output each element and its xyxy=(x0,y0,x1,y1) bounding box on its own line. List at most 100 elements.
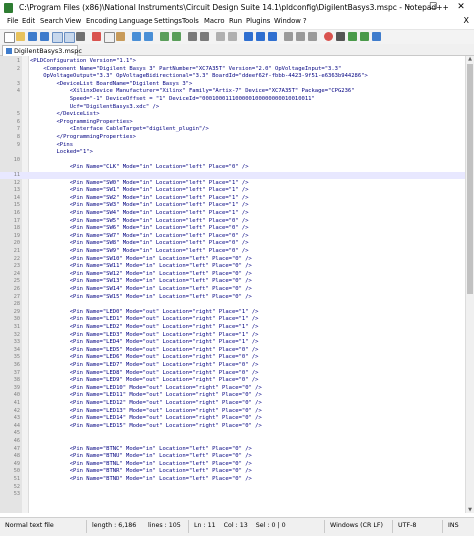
code-line[interactable]: 9 <Pins xyxy=(0,142,474,149)
close-icon[interactable] xyxy=(52,32,63,43)
tab-digilentbasys3[interactable]: DigilentBasys3.mspc xyxy=(2,45,82,56)
menu-macro[interactable]: Macro xyxy=(204,17,225,25)
function-list-icon[interactable] xyxy=(308,32,317,41)
code-line[interactable]: 33 <Pin Name="LED4" Mode="out" Location=… xyxy=(0,339,474,346)
stop-macro-icon[interactable] xyxy=(336,32,345,41)
code-line[interactable]: 38 <Pin Name="LED9" Mode="out" Location=… xyxy=(0,377,474,384)
code-line[interactable]: 6 <ProgrammingProperties> xyxy=(0,119,474,126)
code-line[interactable]: Ucf="DigilentBasys3.xdc" /> xyxy=(0,104,474,111)
code-line[interactable]: 51 <Pin Name="BTND" Mode="in" Location="… xyxy=(0,476,474,483)
minimize-button[interactable]: – xyxy=(398,0,420,16)
code-line[interactable]: 7 <Interface CableTarget="digilent_plugi… xyxy=(0,126,474,133)
open-file-icon[interactable] xyxy=(16,32,25,41)
menu-tools[interactable]: Tools xyxy=(182,17,199,25)
save-icon[interactable] xyxy=(28,32,37,41)
close-document-icon[interactable]: X xyxy=(464,16,469,25)
code-line[interactable]: 34 <Pin Name="LED5" Mode="out" Location=… xyxy=(0,347,474,354)
code-line[interactable]: 23 <Pin Name="SW11" Mode="in" Location="… xyxy=(0,263,474,270)
menu-plugins[interactable]: Plugins xyxy=(246,17,270,25)
code-line[interactable]: 37 <Pin Name="LED8" Mode="out" Location=… xyxy=(0,370,474,377)
code-line[interactable]: 18 <Pin Name="SW6" Mode="in" Location="l… xyxy=(0,225,474,232)
save-all-icon[interactable] xyxy=(40,32,49,41)
menu-file[interactable]: File xyxy=(7,17,18,25)
menu-language[interactable]: Language xyxy=(119,17,153,25)
maximize-button[interactable]: ☐ xyxy=(422,0,444,16)
code-line[interactable]: 11 xyxy=(0,172,474,179)
menu-search[interactable]: Search xyxy=(40,17,63,25)
code-line[interactable]: 27 <Pin Name="SW15" Mode="in" Location="… xyxy=(0,294,474,301)
word-wrap-icon[interactable] xyxy=(244,32,253,41)
code-line[interactable]: 10 xyxy=(0,157,474,164)
code-line[interactable]: Speed="-1" DeviceOffset = "1" DeviceId="… xyxy=(0,96,474,103)
copy-icon[interactable] xyxy=(104,32,115,43)
code-line[interactable]: 24 <Pin Name="SW12" Mode="in" Location="… xyxy=(0,271,474,278)
code-line[interactable]: Locked="1"> xyxy=(0,149,474,156)
code-line[interactable]: 1 <PLDConfiguration Version="1.1"> xyxy=(0,58,474,65)
editor-pane[interactable]: 1 <PLDConfiguration Version="1.1"> 2 <Comp… xyxy=(0,56,474,513)
scroll-thumb[interactable] xyxy=(467,64,473,294)
code-line[interactable]: 47 <Pin Name="BTNC" Mode="in" Location="… xyxy=(0,446,474,453)
sync-vertical-icon[interactable] xyxy=(216,32,225,41)
show-all-characters-icon[interactable] xyxy=(256,32,265,41)
play-multiple-icon[interactable] xyxy=(360,32,369,41)
close-button[interactable]: ✕ xyxy=(448,0,474,16)
vertical-scrollbar[interactable]: ▲ ▼ xyxy=(465,56,474,513)
scroll-up-arrow-icon[interactable]: ▲ xyxy=(466,56,474,62)
find-icon[interactable] xyxy=(160,32,169,41)
code-line[interactable]: 4 <XilinxDevice Manufacturer="Xilinx" Fa… xyxy=(0,88,474,95)
code-line[interactable]: 44 <Pin Name="LED15" Mode="out" Location… xyxy=(0,423,474,430)
undo-icon[interactable] xyxy=(132,32,141,41)
code-line[interactable]: 36 <Pin Name="LED7" Mode="out" Location=… xyxy=(0,362,474,369)
code-line[interactable]: 12 <Pin Name="SW0" Mode="in" Location="l… xyxy=(0,180,474,187)
code-line[interactable]: 32 <Pin Name="LED3" Mode="out" Location=… xyxy=(0,332,474,339)
code-line[interactable]: 8 </ProgrammingProperties> xyxy=(0,134,474,141)
sync-horizontal-icon[interactable] xyxy=(228,32,237,41)
code-line[interactable]: 40 <Pin Name="LED11" Mode="out" Location… xyxy=(0,392,474,399)
code-line[interactable]: 43 <Pin Name="LED14" Mode="out" Location… xyxy=(0,415,474,422)
replace-icon[interactable] xyxy=(172,32,181,41)
code-line[interactable]: 20 <Pin Name="SW8" Mode="in" Location="l… xyxy=(0,240,474,247)
code-line[interactable]: 48 <Pin Name="BTNU" Mode="in" Location="… xyxy=(0,453,474,460)
indent-guide-icon[interactable] xyxy=(268,32,277,41)
menu-encoding[interactable]: Encoding xyxy=(86,17,117,25)
close-all-icon[interactable] xyxy=(64,32,75,43)
code-line[interactable]: 19 <Pin Name="SW7" Mode="in" Location="l… xyxy=(0,233,474,240)
redo-icon[interactable] xyxy=(144,32,153,41)
code-line[interactable]: 35 <Pin Name="LED6" Mode="out" Location=… xyxy=(0,354,474,361)
language-icon[interactable] xyxy=(284,32,293,41)
code-line[interactable]: 17 <Pin Name="SW5" Mode="in" Location="l… xyxy=(0,218,474,225)
print-icon[interactable] xyxy=(76,32,85,41)
code-line[interactable]: 16 <Pin Name="SW4" Mode="in" Location="l… xyxy=(0,210,474,217)
code-line[interactable]: 26 <Pin Name="SW14" Mode="in" Location="… xyxy=(0,286,474,293)
code-line[interactable]: 41 <Pin Name="LED12" Mode="out" Location… xyxy=(0,400,474,407)
code-line[interactable]: 53 xyxy=(0,491,474,498)
cut-icon[interactable] xyxy=(92,32,101,41)
code-line[interactable]: 5 </DeviceList> xyxy=(0,111,474,118)
code-line[interactable]: 31 <Pin Name="LED2" Mode="out" Location=… xyxy=(0,324,474,331)
menu-view[interactable]: View xyxy=(65,17,81,25)
code-line[interactable]: 25 <Pin Name="SW13" Mode="in" Location="… xyxy=(0,278,474,285)
new-file-icon[interactable] xyxy=(4,32,15,43)
code-line[interactable]: 14 <Pin Name="SW2" Mode="in" Location="l… xyxy=(0,195,474,202)
code-line[interactable]: 21 <Pin Name="SW9" Mode="in" Location="l… xyxy=(0,248,474,255)
code-line[interactable]: 15 <Pin Name="SW3" Mode="in" Location="l… xyxy=(0,202,474,209)
zoom-out-icon[interactable] xyxy=(200,32,209,41)
code-line[interactable]: 22 <Pin Name="SW10" Mode="in" Location="… xyxy=(0,256,474,263)
menu-window[interactable]: Window xyxy=(274,17,301,25)
zoom-in-icon[interactable] xyxy=(188,32,197,41)
code-line[interactable]: 49 <Pin Name="BTNL" Mode="in" Location="… xyxy=(0,461,474,468)
code-line[interactable]: 46 xyxy=(0,438,474,445)
paste-icon[interactable] xyxy=(116,32,125,41)
code-line[interactable]: 39 <Pin Name="LED10" Mode="out" Location… xyxy=(0,385,474,392)
code-line[interactable]: OpVoltageOutput="3.3" OpVoltageBidirecti… xyxy=(0,73,474,80)
code-line[interactable]: 52 xyxy=(0,484,474,491)
menu-run[interactable]: Run xyxy=(229,17,242,25)
code-line[interactable]: <Pin Name="CLK" Mode="in" Location="left… xyxy=(0,164,474,171)
menu-settings[interactable]: Settings xyxy=(154,17,182,25)
code-line[interactable]: 30 <Pin Name="LED1" Mode="out" Location=… xyxy=(0,316,474,323)
code-line[interactable]: 50 <Pin Name="BTNR" Mode="in" Location="… xyxy=(0,468,474,475)
code-line[interactable]: 2 <Component Name="Digilent Basys 3" Par… xyxy=(0,66,474,73)
code-line[interactable]: 13 <Pin Name="SW1" Mode="in" Location="l… xyxy=(0,187,474,194)
code-line[interactable]: 28 xyxy=(0,301,474,308)
menu-help[interactable]: ? xyxy=(303,17,307,25)
